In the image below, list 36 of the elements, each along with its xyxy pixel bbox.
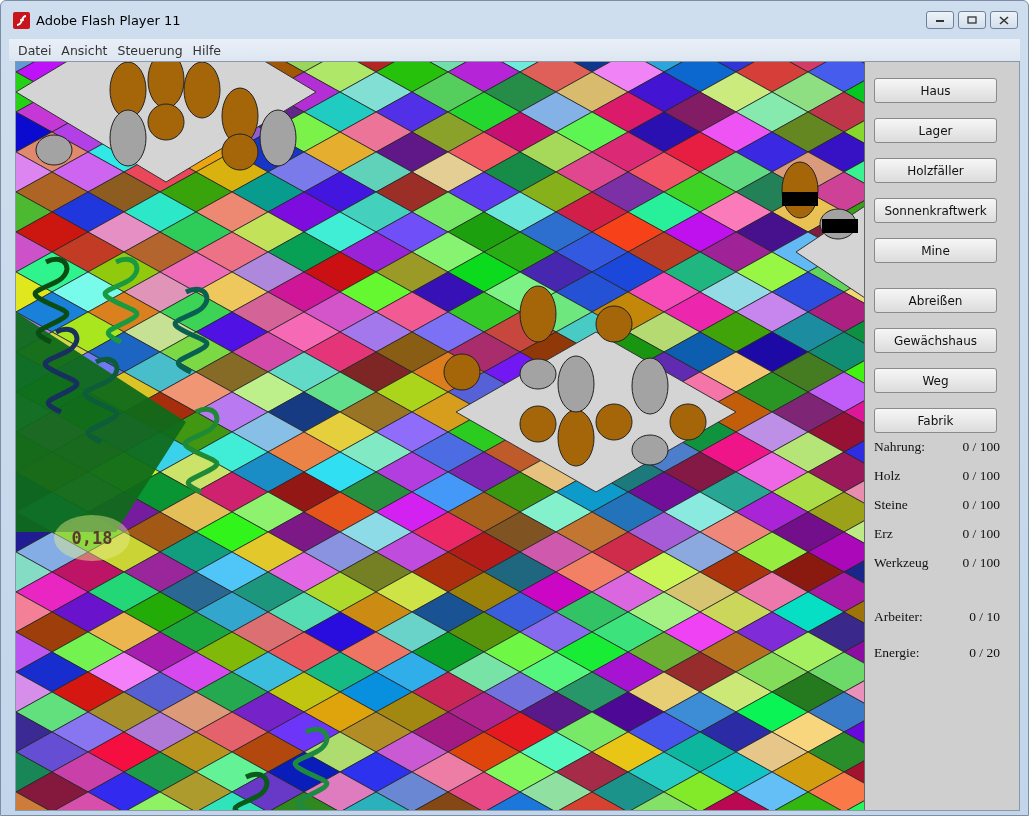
stat-label: Energie: <box>874 645 921 661</box>
menu-item[interactable]: Hilfe <box>189 42 228 58</box>
build-button[interactable]: Lager <box>874 118 997 143</box>
close-button[interactable] <box>990 11 1018 29</box>
maximize-icon <box>967 16 977 24</box>
close-icon <box>999 15 1009 25</box>
build-button[interactable]: Sonnenkraftwerk <box>874 198 997 223</box>
tile-coordinate-label: 0,18 <box>54 515 130 561</box>
build-button[interactable]: Mine <box>874 238 997 263</box>
menu-item[interactable]: Datei <box>15 42 59 58</box>
stat-value: 0 / 20 <box>968 645 1000 661</box>
window-title: Adobe Flash Player 11 <box>36 12 181 28</box>
build-button[interactable]: Fabrik <box>874 408 997 433</box>
build-button[interactable]: Haus <box>874 78 997 103</box>
stat-value: 0 / 100 <box>961 497 1000 513</box>
menu-item[interactable]: Ansicht <box>58 42 115 58</box>
build-button[interactable]: Gewächshaus <box>874 328 997 353</box>
stat-value: 0 / 10 <box>968 609 1000 625</box>
maximize-button[interactable] <box>958 11 986 29</box>
minimize-button[interactable] <box>926 11 954 29</box>
stat-value: 0 / 100 <box>961 439 1000 455</box>
build-button[interactable]: Holzfäller <box>874 158 997 183</box>
stat-label: Steine <box>874 497 909 513</box>
build-button[interactable]: Abreißen <box>874 288 997 313</box>
stat-label: Holz <box>874 468 902 484</box>
stat-value: 0 / 100 <box>961 526 1000 542</box>
menu-item[interactable]: Steuerung <box>114 42 190 58</box>
stat-label: Nahrung: <box>874 439 926 455</box>
build-button[interactable]: Weg <box>874 368 997 393</box>
flash-logo-icon <box>13 11 30 29</box>
stat-label: Werkzeug <box>874 555 930 571</box>
minimize-icon <box>935 17 945 23</box>
stat-value: 0 / 100 <box>961 468 1000 484</box>
stat-label: Arbeiter: <box>874 609 924 625</box>
stat-label: Erz <box>874 526 894 542</box>
stat-value: 0 / 100 <box>961 555 1000 571</box>
